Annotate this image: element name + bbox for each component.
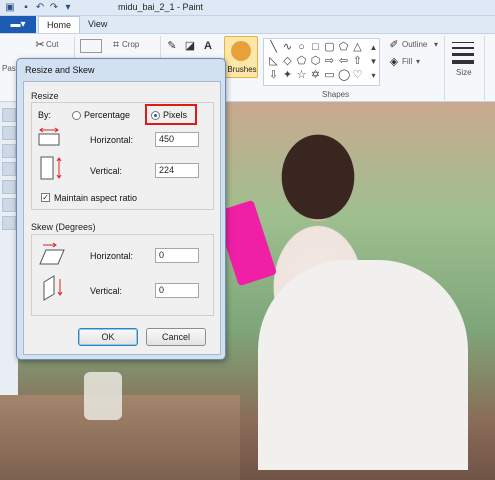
horizontal-resize-input[interactable]: 450	[155, 132, 199, 147]
by-label: By:	[38, 110, 52, 120]
shapes-scroll-down-icon[interactable]: ▼	[368, 56, 379, 67]
shapes-scroll-up-icon[interactable]: ▲	[368, 42, 379, 53]
fill-bucket-icon[interactable]: ◪	[184, 40, 196, 52]
triangle-shape-icon[interactable]: △	[352, 42, 363, 53]
cancel-button[interactable]: Cancel	[146, 328, 206, 346]
glass-cup-image	[84, 372, 122, 420]
crop-button[interactable]: Crop	[122, 40, 139, 49]
dialog-body: Resize By: Percentage Pixels Horizontal:…	[23, 81, 221, 355]
left-arrow-shape-icon[interactable]: ⇦	[338, 56, 349, 67]
skew-heading: Skew (Degrees)	[31, 222, 96, 232]
maintain-aspect-label[interactable]: Maintain aspect ratio	[54, 193, 137, 203]
fill-dropdown-icon[interactable]: ▾	[416, 57, 420, 66]
pentagon-shape-icon[interactable]: ⬠	[296, 56, 307, 67]
oval-callout-shape-icon[interactable]: ◯	[338, 70, 350, 81]
resize-skew-dialog: Resize and Skew Resize By: Percentage Pi…	[16, 58, 226, 360]
file-menu-button[interactable]: ▬▾	[0, 16, 36, 33]
percentage-label[interactable]: Percentage	[84, 110, 130, 120]
text-icon[interactable]: A	[202, 40, 214, 52]
vertical-skew-label: Vertical:	[90, 286, 123, 296]
size-button[interactable]: Size	[448, 38, 478, 82]
six-point-star-shape-icon[interactable]: ✡	[310, 70, 321, 81]
strip-cell[interactable]	[2, 198, 16, 212]
curve-shape-icon[interactable]: ∿	[282, 42, 293, 53]
shapes-group-label: Shapes	[322, 90, 350, 99]
file-menu-icon: ▬▾	[10, 19, 26, 30]
cut-button[interactable]: Cut	[46, 40, 58, 49]
outline-button[interactable]: Outline	[402, 40, 427, 49]
size-label: Size	[456, 68, 472, 77]
window-title: midu_bai_2_1 - Paint	[118, 2, 204, 12]
horizontal-resize-icon	[38, 127, 60, 146]
crop-icon[interactable]: ⌗	[110, 39, 122, 51]
ok-button[interactable]: OK	[78, 328, 138, 346]
outline-dropdown-icon[interactable]: ▾	[434, 40, 438, 49]
brushes-label: Brushes	[227, 65, 257, 74]
strip-cell[interactable]	[2, 216, 16, 230]
save-icon[interactable]: ▪	[20, 2, 32, 13]
horizontal-resize-label: Horizontal:	[90, 135, 134, 145]
title-bar: ▣ ▪ ↶ ↷ ▾ midu_bai_2_1 - Paint	[0, 0, 495, 16]
tab-home[interactable]: Home	[38, 16, 81, 33]
dialog-title: Resize and Skew	[25, 65, 95, 75]
pixels-radio[interactable]	[151, 111, 160, 120]
vertical-resize-label: Vertical:	[90, 166, 123, 176]
down-arrow-shape-icon[interactable]: ⇩	[268, 70, 279, 81]
cut-icon[interactable]: ✂	[34, 39, 46, 51]
horizontal-skew-icon	[39, 242, 65, 265]
rounded-rectangle-shape-icon[interactable]: ▢	[324, 42, 335, 53]
redo-icon[interactable]: ↷	[48, 2, 60, 13]
strip-cell[interactable]	[2, 162, 16, 176]
paste-button[interactable]: Pas	[2, 64, 16, 73]
strip-cell[interactable]	[2, 144, 16, 158]
heart-shape-icon[interactable]: ♡	[352, 70, 363, 81]
callout-shape-icon[interactable]: ▭	[324, 70, 335, 81]
polygon-shape-icon[interactable]: ⬠	[338, 42, 349, 53]
select-icon[interactable]	[80, 39, 102, 53]
right-arrow-shape-icon[interactable]: ⇨	[324, 56, 335, 67]
shapes-expand-icon[interactable]: ▾	[368, 70, 379, 81]
fill-icon[interactable]: ◈	[388, 56, 400, 68]
paint-app-icon[interactable]: ▣	[4, 2, 16, 13]
four-point-star-shape-icon[interactable]: ✦	[282, 70, 293, 81]
right-triangle-shape-icon[interactable]: ◺	[268, 56, 279, 67]
pencil-icon[interactable]: ✎	[166, 40, 178, 52]
vertical-resize-input[interactable]: 224	[155, 163, 199, 178]
oval-shape-icon[interactable]: ○	[296, 42, 307, 53]
fill-button[interactable]: Fill	[402, 57, 412, 66]
brushes-button[interactable]: Brushes	[224, 36, 258, 78]
rectangle-shape-icon[interactable]: □	[310, 42, 321, 53]
white-dress-image	[258, 260, 468, 470]
horizontal-skew-input[interactable]: 0	[155, 248, 199, 263]
vertical-skew-input[interactable]: 0	[155, 283, 199, 298]
diamond-shape-icon[interactable]: ◇	[282, 56, 293, 67]
customize-toolbar-icon[interactable]: ▾	[62, 2, 74, 13]
shapes-gallery[interactable]: ╲ ∿ ○ □ ▢ ⬠ △ ◺ ◇ ⬠ ⬡ ⇨ ⇦ ⇧ ⇩ ✦ ☆ ✡ ▭ ◯ …	[263, 38, 380, 86]
strip-cell[interactable]	[2, 108, 16, 122]
pixels-label[interactable]: Pixels	[163, 110, 187, 120]
ribbon-tabs: ▬▾ Home View	[0, 16, 495, 33]
undo-icon[interactable]: ↶	[34, 2, 46, 13]
maintain-aspect-checkbox[interactable]: ✓	[41, 193, 50, 202]
resize-heading: Resize	[31, 91, 59, 101]
horizontal-skew-label: Horizontal:	[90, 251, 134, 261]
hexagon-shape-icon[interactable]: ⬡	[310, 56, 321, 67]
tab-view[interactable]: View	[80, 16, 115, 33]
strip-cell[interactable]	[2, 180, 16, 194]
outline-icon[interactable]: ✐	[388, 39, 400, 51]
strip-cell[interactable]	[2, 126, 16, 140]
vertical-skew-icon	[43, 275, 63, 301]
five-point-star-shape-icon[interactable]: ☆	[296, 70, 307, 81]
line-shape-icon[interactable]: ╲	[268, 42, 279, 53]
vertical-resize-icon	[40, 156, 62, 180]
up-arrow-shape-icon[interactable]: ⇧	[352, 56, 363, 67]
percentage-radio[interactable]	[72, 111, 81, 120]
brush-icon	[231, 41, 251, 61]
